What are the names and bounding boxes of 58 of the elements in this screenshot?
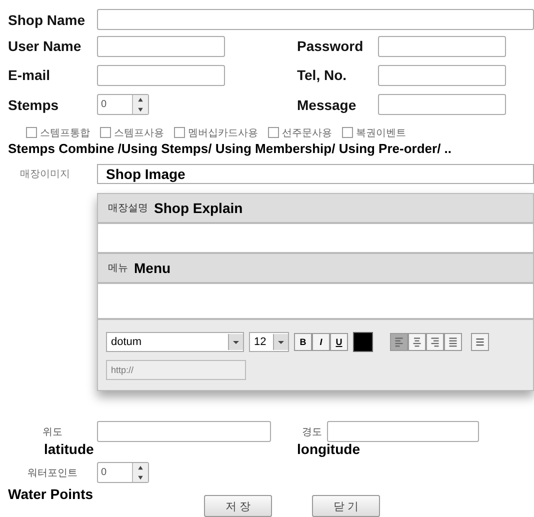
spinner-value: 0 (100, 98, 108, 112)
field-label: Tel, No. (297, 67, 348, 84)
field-label: 매장이미지 (19, 168, 71, 182)
water-points-label: Water Points (8, 487, 94, 502)
shop-name-field[interactable] (97, 9, 534, 30)
header-korean-label: 매장설명 (108, 202, 148, 216)
text-field[interactable] (97, 36, 225, 57)
align-icon (393, 336, 405, 348)
align-icon (429, 336, 441, 348)
field-label: User Name (8, 38, 82, 54)
field-label: Stemps (8, 96, 60, 113)
format-button[interactable]: I (312, 333, 330, 352)
coord-label: longitude (297, 442, 361, 456)
option-checkbox[interactable]: 스템프통합 (26, 126, 90, 140)
coord-label: latitude (43, 442, 95, 456)
text-field[interactable] (97, 64, 225, 86)
text-field[interactable] (378, 64, 506, 86)
shop-image-field[interactable]: Shop Image (97, 164, 534, 184)
format-button[interactable]: U (330, 333, 348, 352)
save-button[interactable]: 저 장 (204, 495, 272, 517)
color-swatch[interactable] (353, 332, 373, 352)
font-select[interactable]: dotum (106, 332, 244, 352)
spinner-value: 0 (100, 466, 108, 480)
align-button[interactable] (408, 333, 426, 352)
header-korean-label: 메뉴 (108, 262, 128, 276)
option-checkbox[interactable]: 복권이벤트 (342, 126, 406, 140)
option-checkbox[interactable]: 스템프사용 (100, 126, 164, 140)
field-label: Message (297, 96, 358, 113)
number-spinner[interactable]: 0 (97, 94, 149, 116)
align-icon (447, 336, 459, 348)
align-button[interactable] (444, 333, 462, 352)
coord-field[interactable] (97, 421, 271, 442)
option-checkbox[interactable]: 멤버십카드사용 (174, 126, 258, 140)
format-button[interactable]: B (294, 333, 312, 352)
caret-icon[interactable] (228, 334, 243, 350)
align-icon (411, 336, 423, 348)
align-button[interactable] (426, 333, 444, 352)
close-button[interactable]: 닫 기 (312, 495, 380, 517)
options-caption: Stemps Combine /Using Stemps/ Using Membership/ Using Pre-order/ .. (8, 140, 453, 156)
number-spinner[interactable]: 0 (97, 462, 149, 484)
field-label: Password (297, 38, 364, 54)
coord-korean-label: 위도 (42, 426, 64, 439)
text-field[interactable] (378, 36, 506, 57)
option-checkbox[interactable]: 선주문사용 (268, 126, 332, 140)
link-field[interactable]: http:// (106, 360, 246, 380)
caret-icon[interactable] (273, 334, 288, 350)
field-label: Shop Name (8, 12, 86, 28)
align-button[interactable] (390, 333, 408, 352)
header-title: Menu (134, 260, 171, 276)
header-title: Shop Explain (154, 200, 243, 216)
text-field[interactable] (378, 94, 506, 116)
water-points-korean-label: 워터포인트 (26, 466, 78, 480)
coord-field[interactable] (327, 421, 479, 442)
coord-korean-label: 경도 (301, 426, 323, 439)
list-icon (474, 336, 486, 348)
size-select[interactable]: 12 (249, 332, 289, 352)
field-label: E-mail (8, 67, 52, 84)
list-button[interactable] (471, 333, 489, 352)
